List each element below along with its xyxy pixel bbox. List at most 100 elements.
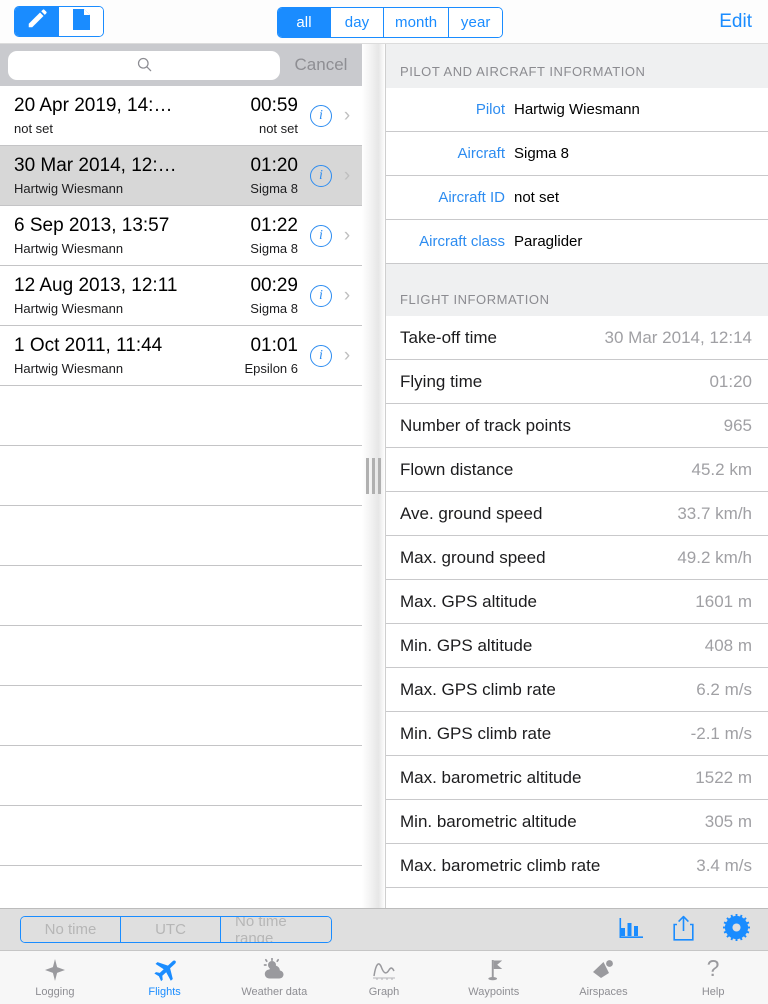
flight-info-value: 01:20 [709, 371, 752, 391]
flight-info-row: Min. GPS altitude 408 m [386, 624, 768, 668]
detail-row-aircraft[interactable]: Aircraft Sigma 8 [386, 132, 768, 176]
flight-info-value: 1601 m [695, 591, 752, 611]
flight-row-aircraft: Epsilon 6 [244, 360, 298, 376]
flight-row-pilot: Hartwig Wiesmann [14, 240, 124, 256]
detail-value: Sigma 8 [514, 145, 570, 162]
tab-waypoints[interactable]: Waypoints [439, 951, 549, 1004]
flight-list[interactable]: 20 Apr 2019, 14:… not set 00:59 not set … [0, 86, 362, 908]
flight-row-duration: 01:01 [250, 335, 298, 357]
list-item-empty [0, 806, 362, 866]
flight-info-row: Max. barometric altitude 1522 m [386, 756, 768, 800]
info-circle-icon[interactable]: i [310, 164, 332, 187]
tab-weather-data[interactable]: Weather data [219, 951, 329, 1004]
flight-row-title: 30 Mar 2014, 12:… [14, 155, 177, 177]
tab-bar: Logging Flights Weather data Graph Waypo… [0, 950, 768, 1004]
flight-info-label: Max. GPS altitude [400, 591, 538, 611]
flight-row-title: 20 Apr 2019, 14:… [14, 95, 173, 117]
detail-row-aircraft-class[interactable]: Aircraft class Paraglider [386, 220, 768, 264]
table-row[interactable]: 1 Oct 2011, 11:44 Hartwig Wiesmann 01:01… [0, 326, 362, 386]
flight-info-label: Max. GPS climb rate [400, 679, 556, 699]
time-segment-no-time[interactable]: No time [21, 917, 121, 942]
table-row[interactable]: 30 Mar 2014, 12:… Hartwig Wiesmann 01:20… [0, 146, 362, 206]
info-circle-icon[interactable]: i [310, 284, 332, 307]
tab-label: Graph [368, 986, 400, 998]
flight-row-right: 01:20 Sigma 8 [250, 155, 298, 196]
document-icon [72, 8, 91, 36]
tab-label: Waypoints [468, 986, 520, 998]
tab-logging[interactable]: Logging [0, 951, 110, 1004]
flight-row-title: 1 Oct 2011, 11:44 [14, 335, 163, 357]
flight-row-main: 20 Apr 2019, 14:… not set [14, 95, 250, 136]
airspace-icon [590, 957, 616, 983]
period-segment-day[interactable]: day [331, 8, 384, 37]
mode-segmented-control[interactable] [14, 6, 104, 37]
flight-info-value: 965 [723, 415, 752, 435]
chevron-right-icon[interactable]: › [332, 285, 362, 307]
info-circle-icon[interactable]: i [310, 224, 332, 247]
period-segment-year[interactable]: year [449, 8, 503, 37]
gear-icon[interactable] [723, 914, 750, 946]
tab-label: Help [701, 986, 725, 998]
list-item-empty [0, 746, 362, 806]
flight-info-row: Max. GPS altitude 1601 m [386, 580, 768, 624]
info-circle-icon[interactable]: i [310, 104, 332, 127]
table-row[interactable]: 6 Sep 2013, 13:57 Hartwig Wiesmann 01:22… [0, 206, 362, 266]
mode-segment-document[interactable] [59, 7, 103, 36]
flight-row-right: 00:29 Sigma 8 [250, 275, 298, 316]
time-segment-no-time-range[interactable]: No time range [221, 917, 331, 942]
drag-handle-icon[interactable] [366, 458, 381, 494]
cancel-button[interactable]: Cancel [280, 55, 362, 75]
flight-row-main: 30 Mar 2014, 12:… Hartwig Wiesmann [14, 155, 250, 196]
edit-button[interactable]: Edit [719, 0, 752, 44]
time-segment-utc[interactable]: UTC [121, 917, 221, 942]
tab-label: Airspaces [579, 986, 628, 998]
tab-label: Flights [148, 986, 181, 998]
flight-info-label: Take-off time [400, 327, 498, 347]
table-row[interactable]: 20 Apr 2019, 14:… not set 00:59 not set … [0, 86, 362, 146]
chevron-right-icon[interactable]: › [332, 105, 362, 127]
period-segment-all[interactable]: all [278, 8, 331, 37]
flight-info-value: 33.7 km/h [677, 503, 752, 523]
flight-row-title: 6 Sep 2013, 13:57 [14, 215, 170, 237]
detail-row-aircraft-id[interactable]: Aircraft ID not set [386, 176, 768, 220]
chevron-right-icon[interactable]: › [332, 165, 362, 187]
bar-chart-icon[interactable] [619, 917, 644, 944]
tab-flights[interactable]: Flights [110, 951, 220, 1004]
detail-value: Paraglider [514, 233, 583, 250]
detail-label: Aircraft ID [438, 189, 505, 206]
flight-info-value: 30 Mar 2014, 12:14 [604, 327, 752, 347]
share-export-icon[interactable] [672, 915, 695, 946]
app-window: all day month year Edit Cancel 20 Apr 20… [0, 0, 768, 1004]
time-segmented-control[interactable]: No time UTC No time range [20, 916, 332, 943]
chevron-right-icon[interactable]: › [332, 225, 362, 247]
flight-info-label: Number of track points [400, 415, 572, 435]
tab-help[interactable]: ? Help [658, 951, 768, 1004]
period-segment-month[interactable]: month [384, 8, 450, 37]
list-item-empty [0, 446, 362, 506]
flight-info-value: 305 m [704, 811, 752, 831]
info-circle-icon[interactable]: i [310, 344, 332, 367]
flight-info-row: Take-off time 30 Mar 2014, 12:14 [386, 316, 768, 360]
split-view: Cancel 20 Apr 2019, 14:… not set 00:59 n… [0, 44, 768, 908]
mode-segment-edit[interactable] [15, 7, 59, 36]
list-item-empty [0, 566, 362, 626]
flight-row-aircraft: not set [258, 120, 298, 136]
line-graph-icon [371, 957, 397, 983]
flight-info-label: Min. barometric altitude [400, 811, 577, 831]
table-row[interactable]: 12 Aug 2013, 12:11 Hartwig Wiesmann 00:2… [0, 266, 362, 326]
split-view-divider[interactable] [362, 44, 386, 908]
flight-row-right: 01:22 Sigma 8 [250, 215, 298, 256]
flight-info-row: Max. ground speed 49.2 km/h [386, 536, 768, 580]
period-segmented-control[interactable]: all day month year [277, 7, 504, 38]
flight-info-value: 3.4 m/s [696, 855, 752, 875]
flight-row-main: 6 Sep 2013, 13:57 Hartwig Wiesmann [14, 215, 250, 256]
tab-graph[interactable]: Graph [329, 951, 439, 1004]
tab-airspaces[interactable]: Airspaces [549, 951, 659, 1004]
flight-info-value: 408 m [704, 635, 752, 655]
detail-row-pilot[interactable]: Pilot Hartwig Wiesmann [386, 88, 768, 132]
search-input[interactable] [8, 50, 280, 80]
flight-info-value: 1522 m [695, 767, 752, 787]
chevron-right-icon[interactable]: › [332, 345, 362, 367]
flight-info-label: Flown distance [400, 459, 514, 479]
list-item-empty [0, 386, 362, 446]
